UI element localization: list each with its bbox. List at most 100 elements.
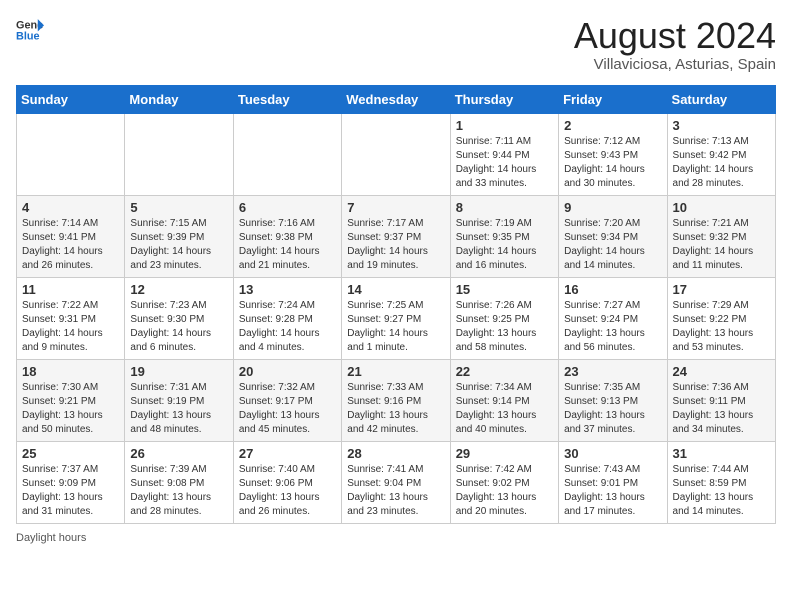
calendar-cell: 15 Sunrise: 7:26 AMSunset: 9:25 PMDayligh… <box>450 277 558 359</box>
day-sun-info: Sunrise: 7:44 AMSunset: 8:59 PMDaylight:… <box>673 463 770 519</box>
calendar-cell: 17Sunrise: 7:29 AMSunset: 9:22 PMDayligh… <box>667 277 775 359</box>
calendar-cell: 28 Sunrise: 7:41 AMSunset: 9:04 PMDayligh… <box>342 441 450 523</box>
day-sun-info: Sunrise: 7:15 AMSunset: 9:39 PMDaylight:… <box>130 217 227 273</box>
calendar-cell <box>342 113 450 195</box>
day-sun-info: Sunrise: 7:23 AMSunset: 9:30 PMDaylight:… <box>130 299 227 355</box>
weekday-header-row: SundayMondayTuesdayWednesdayThursdayFrid… <box>17 85 776 113</box>
calendar-week-row: 4 Sunrise: 7:14 AMSunset: 9:41 PMDaylight… <box>17 195 776 277</box>
day-number: 14 <box>347 282 444 297</box>
calendar-week-row: 1 Sunrise: 7:11 AMSunset: 9:44 PMDaylight… <box>17 113 776 195</box>
weekday-header-monday: Monday <box>125 85 233 113</box>
calendar-cell: 9 Sunrise: 7:20 AMSunset: 9:34 PMDaylight… <box>559 195 667 277</box>
calendar-cell: 13Sunrise: 7:24 AMSunset: 9:28 PMDayligh… <box>233 277 341 359</box>
calendar-cell: 26Sunrise: 7:39 AMSunset: 9:08 PMDayligh… <box>125 441 233 523</box>
day-number: 1 <box>456 118 553 133</box>
weekday-header-sunday: Sunday <box>17 85 125 113</box>
day-sun-info: Sunrise: 7:17 AMSunset: 9:37 PMDaylight:… <box>347 217 444 273</box>
calendar-cell: 27Sunrise: 7:40 AMSunset: 9:06 PMDayligh… <box>233 441 341 523</box>
calendar-cell: 2 Sunrise: 7:12 AMSunset: 9:43 PMDaylight… <box>559 113 667 195</box>
day-number: 21 <box>347 364 444 379</box>
calendar-cell: 7Sunrise: 7:17 AMSunset: 9:37 PMDaylight… <box>342 195 450 277</box>
calendar-cell: 29 Sunrise: 7:42 AMSunset: 9:02 PMDayligh… <box>450 441 558 523</box>
day-sun-info: Sunrise: 7:20 AMSunset: 9:34 PMDaylight:… <box>564 217 661 273</box>
day-number: 24 <box>673 364 770 379</box>
calendar-table: SundayMondayTuesdayWednesdayThursdayFrid… <box>16 85 776 524</box>
calendar-cell: 3Sunrise: 7:13 AMSunset: 9:42 PMDaylight… <box>667 113 775 195</box>
weekday-header-thursday: Thursday <box>450 85 558 113</box>
weekday-header-tuesday: Tuesday <box>233 85 341 113</box>
day-sun-info: Sunrise: 7:16 AMSunset: 9:38 PMDaylight:… <box>239 217 336 273</box>
calendar-cell: 8 Sunrise: 7:19 AMSunset: 9:35 PMDaylight… <box>450 195 558 277</box>
weekday-header-wednesday: Wednesday <box>342 85 450 113</box>
day-number: 12 <box>130 282 227 297</box>
calendar-week-row: 18Sunrise: 7:30 AMSunset: 9:21 PMDayligh… <box>17 359 776 441</box>
day-sun-info: Sunrise: 7:35 AMSunset: 9:13 PMDaylight:… <box>564 381 661 437</box>
day-sun-info: Sunrise: 7:14 AMSunset: 9:41 PMDaylight:… <box>22 217 119 273</box>
calendar-cell: 18Sunrise: 7:30 AMSunset: 9:21 PMDayligh… <box>17 359 125 441</box>
calendar-cell <box>233 113 341 195</box>
day-sun-info: Sunrise: 7:41 AMSunset: 9:04 PMDaylight:… <box>347 463 444 519</box>
calendar-body: 1 Sunrise: 7:11 AMSunset: 9:44 PMDaylight… <box>17 113 776 523</box>
day-number: 30 <box>564 446 661 461</box>
logo: General Blue <box>16 16 44 44</box>
footer: Daylight hours <box>16 532 776 544</box>
day-sun-info: Sunrise: 7:21 AMSunset: 9:32 PMDaylight:… <box>673 217 770 273</box>
day-sun-info: Sunrise: 7:43 AMSunset: 9:01 PMDaylight:… <box>564 463 661 519</box>
day-sun-info: Sunrise: 7:29 AMSunset: 9:22 PMDaylight:… <box>673 299 770 355</box>
day-sun-info: Sunrise: 7:32 AMSunset: 9:17 PMDaylight:… <box>239 381 336 437</box>
calendar-cell: 20 Sunrise: 7:32 AMSunset: 9:17 PMDayligh… <box>233 359 341 441</box>
day-number: 13 <box>239 282 336 297</box>
calendar-cell: 22 Sunrise: 7:34 AMSunset: 9:14 PMDayligh… <box>450 359 558 441</box>
calendar-cell: 1 Sunrise: 7:11 AMSunset: 9:44 PMDaylight… <box>450 113 558 195</box>
day-number: 4 <box>22 200 119 215</box>
day-number: 16 <box>564 282 661 297</box>
calendar-cell: 5 Sunrise: 7:15 AMSunset: 9:39 PMDaylight… <box>125 195 233 277</box>
day-number: 25 <box>22 446 119 461</box>
day-sun-info: Sunrise: 7:12 AMSunset: 9:43 PMDaylight:… <box>564 135 661 191</box>
calendar-cell <box>125 113 233 195</box>
day-number: 26 <box>130 446 227 461</box>
day-sun-info: Sunrise: 7:25 AMSunset: 9:27 PMDaylight:… <box>347 299 444 355</box>
calendar-cell: 31 Sunrise: 7:44 AMSunset: 8:59 PMDayligh… <box>667 441 775 523</box>
day-number: 22 <box>456 364 553 379</box>
daylight-hours-label: Daylight hours <box>16 532 86 544</box>
day-number: 8 <box>456 200 553 215</box>
day-number: 5 <box>130 200 227 215</box>
day-number: 20 <box>239 364 336 379</box>
day-number: 19 <box>130 364 227 379</box>
calendar-cell: 30 Sunrise: 7:43 AMSunset: 9:01 PMDayligh… <box>559 441 667 523</box>
calendar-cell: 25Sunrise: 7:37 AMSunset: 9:09 PMDayligh… <box>17 441 125 523</box>
day-number: 23 <box>564 364 661 379</box>
day-number: 2 <box>564 118 661 133</box>
day-number: 9 <box>564 200 661 215</box>
day-sun-info: Sunrise: 7:36 AMSunset: 9:11 PMDaylight:… <box>673 381 770 437</box>
calendar-week-row: 11Sunrise: 7:22 AMSunset: 9:31 PMDayligh… <box>17 277 776 359</box>
day-sun-info: Sunrise: 7:34 AMSunset: 9:14 PMDaylight:… <box>456 381 553 437</box>
day-number: 6 <box>239 200 336 215</box>
generalblue-logo-icon: General Blue <box>16 16 44 44</box>
calendar-cell: 6 Sunrise: 7:16 AMSunset: 9:38 PMDaylight… <box>233 195 341 277</box>
day-number: 10 <box>673 200 770 215</box>
day-sun-info: Sunrise: 7:40 AMSunset: 9:06 PMDaylight:… <box>239 463 336 519</box>
day-sun-info: Sunrise: 7:42 AMSunset: 9:02 PMDaylight:… <box>456 463 553 519</box>
day-sun-info: Sunrise: 7:11 AMSunset: 9:44 PMDaylight:… <box>456 135 553 191</box>
day-sun-info: Sunrise: 7:26 AMSunset: 9:25 PMDaylight:… <box>456 299 553 355</box>
day-number: 3 <box>673 118 770 133</box>
calendar-cell: 23 Sunrise: 7:35 AMSunset: 9:13 PMDayligh… <box>559 359 667 441</box>
day-sun-info: Sunrise: 7:22 AMSunset: 9:31 PMDaylight:… <box>22 299 119 355</box>
day-sun-info: Sunrise: 7:31 AMSunset: 9:19 PMDaylight:… <box>130 381 227 437</box>
month-year-title: August 2024 <box>574 16 776 56</box>
day-number: 31 <box>673 446 770 461</box>
day-number: 28 <box>347 446 444 461</box>
day-number: 15 <box>456 282 553 297</box>
page-header: General Blue August 2024 Villaviciosa, A… <box>16 16 776 73</box>
calendar-header: SundayMondayTuesdayWednesdayThursdayFrid… <box>17 85 776 113</box>
calendar-cell: 16Sunrise: 7:27 AMSunset: 9:24 PMDayligh… <box>559 277 667 359</box>
day-sun-info: Sunrise: 7:30 AMSunset: 9:21 PMDaylight:… <box>22 381 119 437</box>
calendar-cell: 14 Sunrise: 7:25 AMSunset: 9:27 PMDayligh… <box>342 277 450 359</box>
day-sun-info: Sunrise: 7:33 AMSunset: 9:16 PMDaylight:… <box>347 381 444 437</box>
svg-text:Blue: Blue <box>16 30 40 42</box>
day-sun-info: Sunrise: 7:19 AMSunset: 9:35 PMDaylight:… <box>456 217 553 273</box>
day-number: 29 <box>456 446 553 461</box>
calendar-cell <box>17 113 125 195</box>
